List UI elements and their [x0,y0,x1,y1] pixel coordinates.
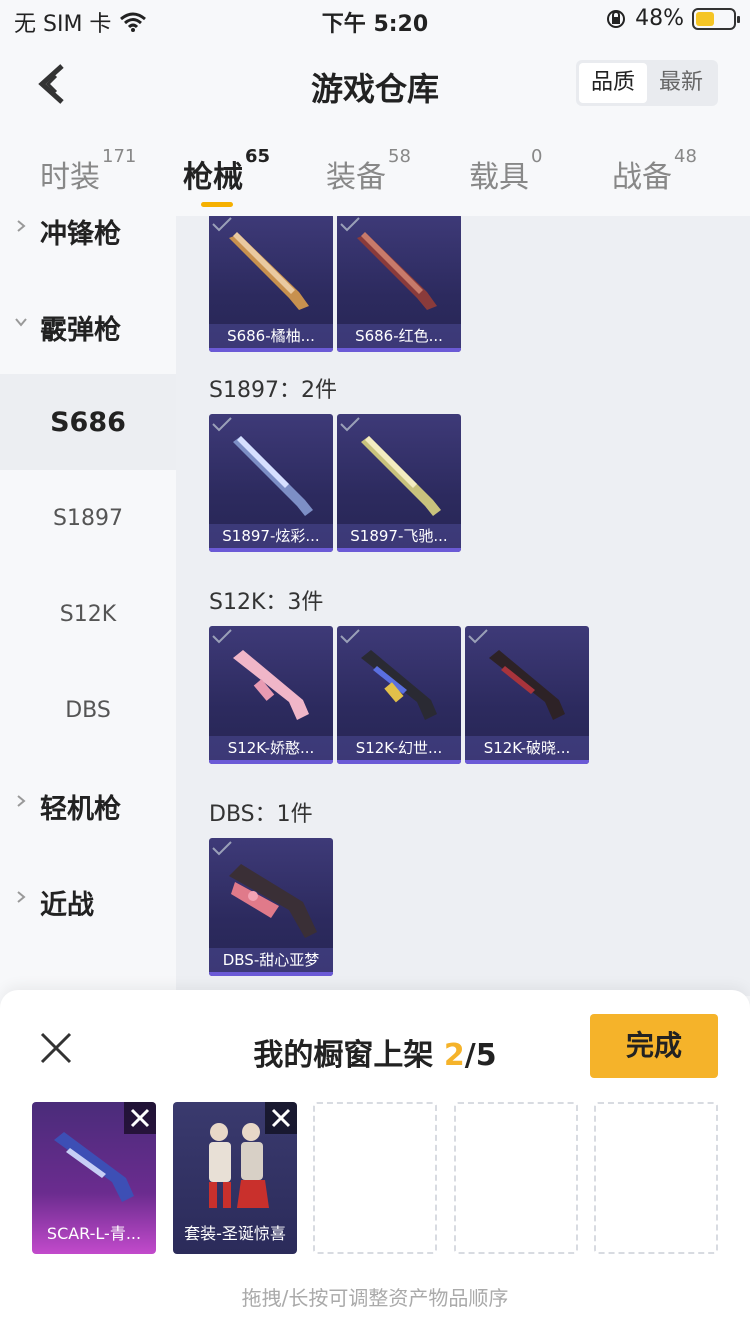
tab-label: 载具 [469,160,529,195]
showcase-panel: 我的橱窗上架 2/5 完成 SCAR-L-青... 套装-圣诞惊喜 拖拽/长按可… [0,990,750,1334]
remove-icon[interactable] [124,1102,156,1134]
item-name: S686-红色... [337,324,461,348]
status-right: 48% [605,6,740,31]
reorder-hint: 拖拽/长按可调整资产物品顺序 [241,1286,509,1310]
showcase-slot-empty[interactable] [594,1102,718,1254]
tab-supplies[interactable]: 战备48 [612,146,697,196]
sidebar-item-label: 冲锋枪 [40,218,121,250]
sidebar-item-dbs[interactable]: DBS [0,662,176,758]
tab-vehicles[interactable]: 载具0 [469,146,542,196]
sidebar-item-smg[interactable]: 冲锋枪 [0,183,176,279]
tab-count: 65 [245,146,271,167]
item-name: S1897-飞驰... [337,524,461,548]
rifle-image [361,650,437,720]
orientation-lock-icon [607,9,626,28]
section-label: S12K：3件 [209,590,324,615]
showcase-count: 2 [443,1038,465,1073]
sidebar-item-melee[interactable]: 近战 [0,854,176,950]
chevron-right-icon [17,220,26,232]
chevron-right-icon [17,795,26,807]
tab-label: 枪械 [183,160,243,195]
rifle-image [54,1132,134,1202]
tab-equipment[interactable]: 装备58 [326,146,411,196]
sidebar-item-s686[interactable]: S686 [0,374,176,470]
sidebar-item-label: S686 [50,406,126,438]
showcase-slot-empty[interactable] [454,1102,578,1254]
done-button[interactable]: 完成 [590,1014,718,1078]
item-name: S686-橘柚... [209,324,333,348]
item-name: S12K-娇憨... [209,736,333,760]
chevron-right-icon [17,891,26,903]
sidebar-item-shotgun[interactable]: 霰弹枪 [0,279,176,375]
nav-header: 游戏仓库 品质 最新 [0,40,750,130]
sidebar-item-label: S12K [59,601,117,627]
shotgun-image [361,436,441,516]
rifle-image [233,650,309,720]
item-grid: S686-橘柚... S686-红色... S1897：2件 S1897-炫彩.… [176,216,750,996]
section-label: S1897：2件 [209,378,337,403]
sidebar-item-label: S1897 [53,505,123,531]
item-card[interactable]: S686-红色... [337,216,461,352]
shotgun-image [229,864,317,938]
item-card[interactable]: DBS-甜心亚梦 [209,838,333,976]
tab-count: 0 [531,146,543,167]
showcase-slot[interactable]: SCAR-L-青... [32,1102,156,1254]
tab-count: 171 [102,146,137,167]
sidebar-item-lmg[interactable]: 轻机枪 [0,758,176,854]
sidebar-item-s1897[interactable]: S1897 [0,470,176,566]
item-card[interactable]: S1897-飞驰... [337,414,461,552]
item-card[interactable]: S12K-娇憨... [209,626,333,764]
showcase-slot-empty[interactable] [313,1102,437,1254]
showcase-title-text: 我的橱窗上架 [253,1038,434,1073]
status-bar: 无 SIM 卡 下午 5:20 48% [0,0,750,40]
sidebar-item-s12k[interactable]: S12K [0,566,176,662]
shotgun-image [233,436,313,516]
item-card[interactable]: S12K-破晓... [465,626,589,764]
sidebar-item-label: 轻机枪 [40,793,121,825]
tab-count: 48 [674,146,697,167]
shotgun-image [229,232,309,310]
slot-name: SCAR-L-青... [46,1224,142,1243]
item-name: S1897-炫彩... [209,524,333,548]
slot-name: 套装-圣诞惊喜 [184,1224,286,1243]
battery-percent: 48% [635,6,684,31]
battery-icon [692,7,740,30]
sidebar: 冲锋枪 霰弹枪 S686 S1897 S12K DBS 轻机枪 近战 [0,216,176,996]
sidebar-item-label: 近战 [40,889,94,921]
sidebar-item-label: DBS [65,697,111,723]
item-card[interactable]: S686-橘柚... [209,216,333,352]
tab-firearms[interactable]: 枪械65 [183,146,270,207]
rifle-image [489,650,565,720]
chevron-down-icon [15,318,27,327]
tab-active-indicator [201,202,233,207]
item-name: DBS-甜心亚梦 [209,948,333,972]
showcase-total: /5 [464,1038,497,1073]
item-name: S12K-幻世... [337,736,461,760]
sort-toggle: 品质 最新 [576,60,718,106]
item-card[interactable]: S1897-炫彩... [209,414,333,552]
sidebar-item-label: 霰弹枪 [40,314,121,346]
showcase-slot[interactable]: 套装-圣诞惊喜 [173,1102,297,1254]
item-card[interactable]: S12K-幻世... [337,626,461,764]
remove-icon[interactable] [265,1102,297,1134]
tab-count: 58 [388,146,411,167]
shotgun-image [357,232,437,310]
item-name: S12K-破晓... [465,736,589,760]
sort-newest-button[interactable]: 最新 [647,63,715,103]
section-label: DBS：1件 [209,802,313,827]
tab-label: 装备 [326,160,386,195]
sort-quality-button[interactable]: 品质 [579,63,647,103]
tab-label: 战备 [612,160,672,195]
